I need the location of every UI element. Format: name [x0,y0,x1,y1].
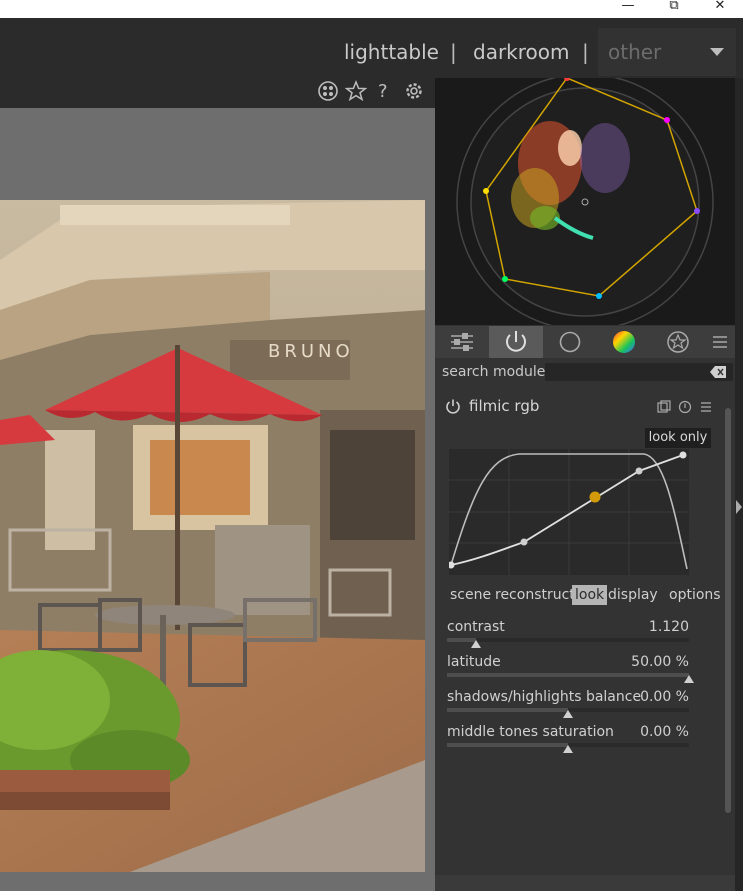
filmic-subtabs: scene reconstruct look display options [443,585,733,609]
gear-icon[interactable] [403,80,425,102]
slider-label: shadows/highlights balance [447,689,642,705]
tab-color[interactable] [597,326,651,358]
maximize-button[interactable]: ⧉ [651,0,697,18]
view-switcher: lighttable | darkroom | other [0,18,743,78]
tab-menu[interactable] [705,326,735,358]
slider-label: middle tones saturation [447,724,614,740]
presets-icon[interactable] [699,400,713,414]
filmic-rgb-header[interactable]: filmic rgb [435,393,723,419]
darkroom-link[interactable]: darkroom [473,40,570,64]
vectorscope-graph [456,73,714,331]
slider-thumb[interactable] [563,710,573,718]
tab-display[interactable]: display [605,585,661,605]
chevron-right-icon[interactable] [735,498,743,516]
filmic-rgb-body: look only scene reconstruct look display… [435,419,723,859]
module-title: filmic rgb [469,397,540,415]
slider-label: contrast [447,619,505,635]
tab-scene[interactable]: scene [447,585,494,605]
search-module-input[interactable] [545,363,733,381]
reset-icon[interactable] [678,400,692,414]
vectorscope[interactable] [435,73,735,331]
color-picker-icon[interactable] [317,80,339,102]
tab-look[interactable]: look [572,585,608,605]
tab-favorites[interactable] [651,326,705,358]
image-canvas[interactable]: BRUNO [0,108,435,891]
slider-value: 0.00 % [640,689,689,705]
circle-icon [559,331,581,353]
latitude-slider[interactable]: latitude 50.00 % [447,654,694,684]
multi-instance-icon[interactable] [657,400,671,414]
power-icon[interactable] [445,398,461,414]
view-separator: | [450,40,457,64]
view-separator: | [582,40,589,64]
tab-power[interactable] [489,326,543,358]
slider-value: 1.120 [648,619,689,635]
sliders-icon [451,333,473,351]
tab-reconstruct[interactable]: reconstruct [492,585,578,605]
slider-value: 50.00 % [631,654,689,670]
slider-thumb[interactable] [471,640,482,648]
chevron-down-icon [710,48,724,56]
right-panel: search module filmic rgb look only scene… [435,73,735,891]
slider-track[interactable] [447,673,689,677]
clear-search-icon[interactable] [710,366,726,378]
shadows-highlights-balance-slider[interactable]: shadows/highlights balance 0.00 % [447,689,689,719]
svg-text:?: ? [378,81,388,102]
contrast-slider[interactable]: contrast 1.120 [447,619,689,649]
power-icon [506,331,526,352]
slider-track[interactable] [447,638,689,642]
main-panel: ? BRUNO [0,78,435,891]
lighttable-link[interactable]: lighttable [344,40,439,64]
edited-photo: BRUNO [0,200,425,872]
tab-base[interactable] [543,326,597,358]
favorites-icon [667,331,689,353]
middle-tones-saturation-slider[interactable]: middle tones saturation 0.00 % [447,724,689,754]
star-icon[interactable] [345,80,367,102]
window-titlebar: — ⧉ ✕ [0,0,743,18]
menu-icon [713,336,727,348]
other-views-dropdown[interactable]: other [598,28,736,76]
bottom-toolbar [435,875,735,891]
svg-text:BRUNO: BRUNO [268,341,354,362]
look-only-toggle[interactable]: look only [645,428,711,448]
slider-value: 0.00 % [640,724,689,740]
color-wheel-icon [613,331,635,353]
search-module-label: search module [442,364,546,380]
slider-thumb[interactable] [684,675,694,683]
panel-scrollbar[interactable] [725,408,731,813]
slider-thumb[interactable] [563,745,573,753]
tab-active-modules[interactable] [435,326,489,358]
filmic-curve-graph[interactable] [449,449,689,575]
minimize-button[interactable]: — [605,0,651,18]
tab-options[interactable]: options [666,585,724,605]
slider-label: latitude [447,654,501,670]
search-module-row: search module [435,361,735,383]
panel-collapse-edge[interactable] [735,78,743,891]
module-group-tabs [435,326,735,358]
close-button[interactable]: ✕ [697,0,743,18]
other-label: other [608,40,662,64]
help-icon[interactable]: ? [375,80,391,102]
